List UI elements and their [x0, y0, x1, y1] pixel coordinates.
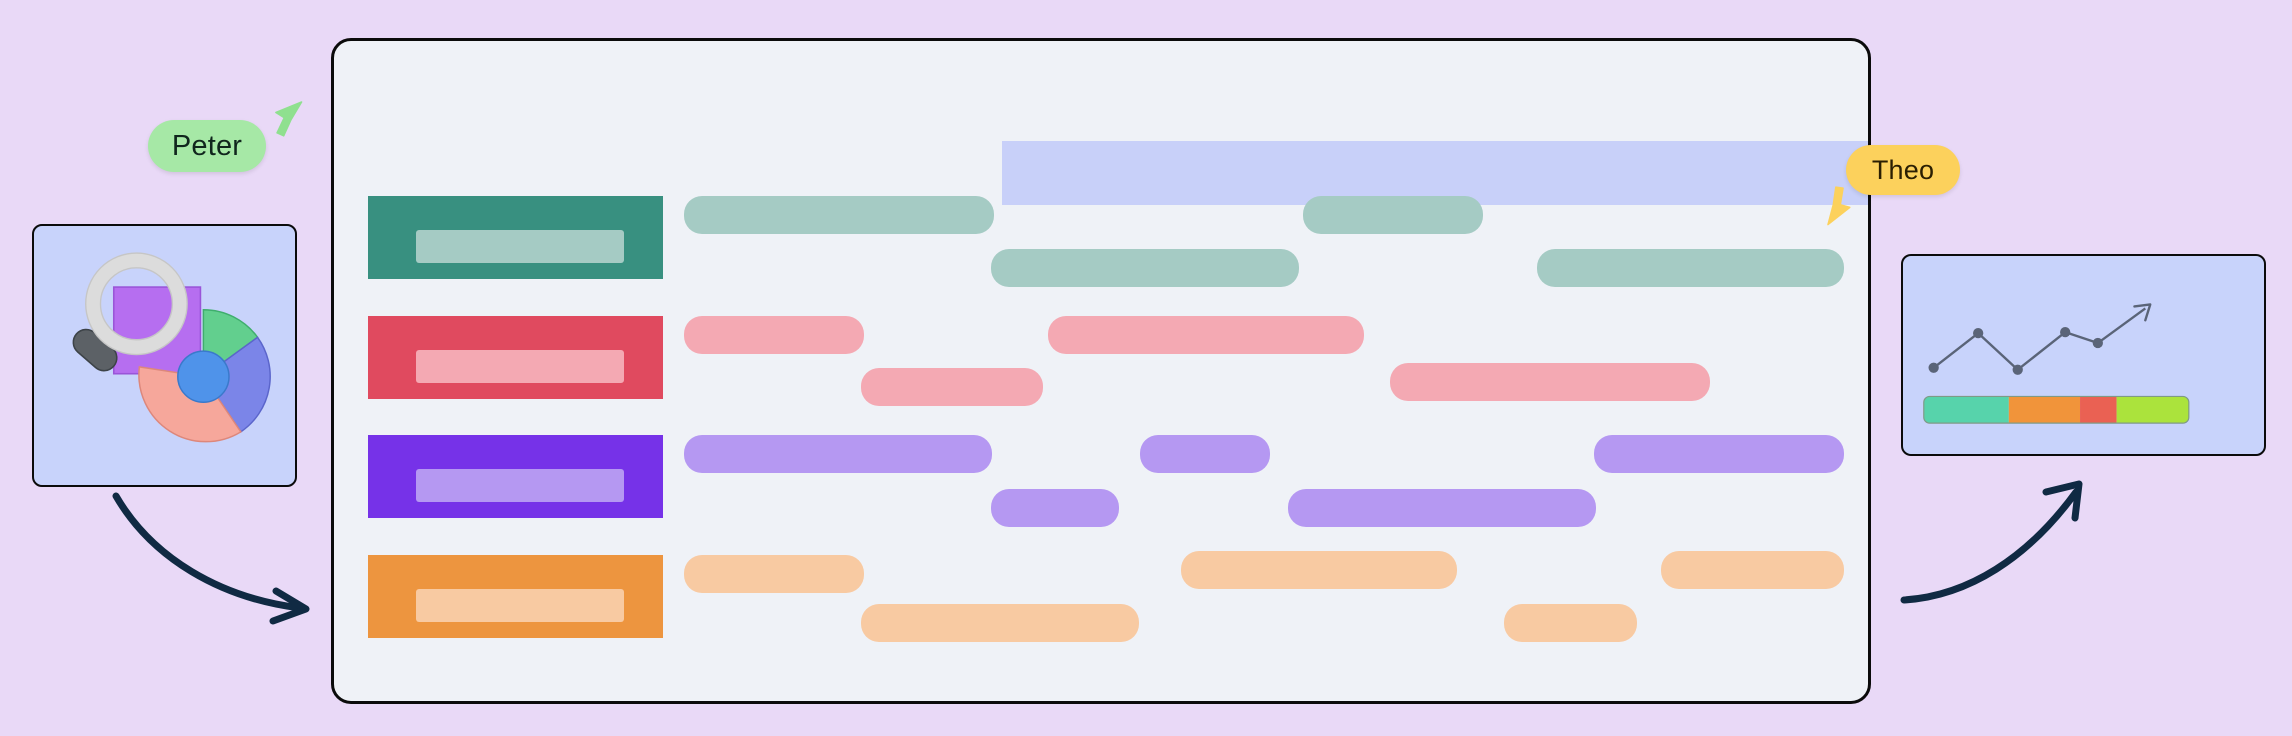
row-pill-purple-row-0[interactable]: [684, 435, 992, 473]
row-block-inner-label-red-row: [416, 350, 624, 383]
analytics-chart-card[interactable]: [1901, 254, 2266, 456]
row-pill-teal-row-2[interactable]: [991, 249, 1299, 287]
row-pill-teal-row-0[interactable]: [684, 196, 994, 234]
theo-cursor-name: Theo: [1871, 154, 1935, 185]
row-pill-red-row-0[interactable]: [684, 316, 864, 354]
row-pill-teal-row-3[interactable]: [1537, 249, 1844, 287]
row-pill-red-row-2[interactable]: [861, 368, 1043, 406]
canvas-stage: Peter Theo: [0, 0, 2292, 736]
row-pill-purple-row-3[interactable]: [991, 489, 1119, 527]
arrow-left-to-panel: [112, 492, 310, 625]
row-pill-orange-row-1[interactable]: [1181, 551, 1457, 589]
analysis-illustration: [72, 252, 271, 443]
row-block-inner-label-teal-row: [416, 230, 624, 263]
analytics-chart: [1923, 303, 2190, 424]
row-color-block-teal-row[interactable]: [368, 196, 663, 279]
row-pill-orange-row-3[interactable]: [861, 604, 1139, 642]
peter-cursor-label[interactable]: Peter: [148, 120, 266, 172]
row-color-block-orange-row[interactable]: [368, 555, 663, 638]
peter-cursor-name: Peter: [171, 129, 243, 162]
row-pill-orange-row-2[interactable]: [1661, 551, 1844, 589]
row-block-inner-label-purple-row: [416, 469, 624, 502]
data-analysis-illustration-card[interactable]: [32, 224, 297, 487]
row-pill-purple-row-4[interactable]: [1288, 489, 1596, 527]
row-color-block-purple-row[interactable]: [368, 435, 663, 518]
theo-cursor-icon: [1821, 178, 1869, 226]
row-pill-orange-row-0[interactable]: [684, 555, 864, 593]
row-pill-red-row-3[interactable]: [1390, 363, 1710, 401]
row-block-inner-label-orange-row: [416, 589, 624, 622]
arrow-panel-to-right: [1900, 480, 2083, 604]
row-pill-purple-row-1[interactable]: [1140, 435, 1270, 473]
row-pill-teal-row-1[interactable]: [1303, 196, 1483, 234]
row-color-block-red-row[interactable]: [368, 316, 663, 399]
row-pill-red-row-1[interactable]: [1048, 316, 1364, 354]
line-chart-series: [1928, 303, 2152, 375]
row-pill-purple-row-2[interactable]: [1594, 435, 1844, 473]
row-pill-orange-row-4[interactable]: [1504, 604, 1637, 642]
blue-circle-icon: [177, 350, 230, 404]
segmented-progress-bar: [1923, 395, 2190, 424]
